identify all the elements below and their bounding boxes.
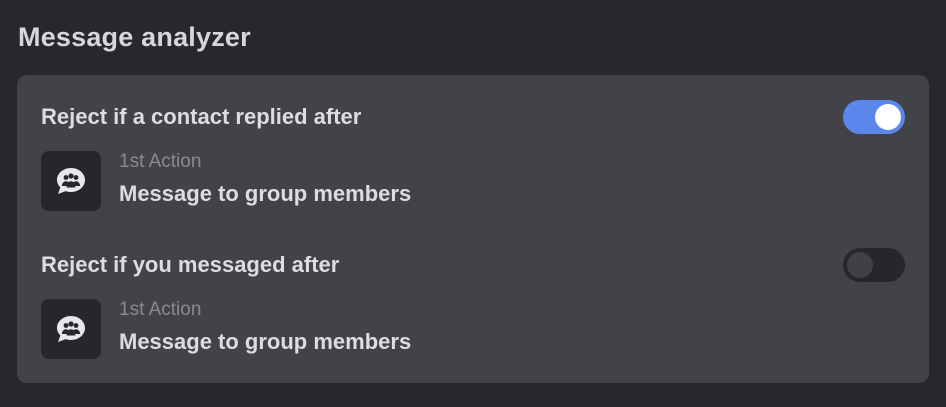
action-item: 1st Action Message to group members	[41, 151, 905, 211]
rule-header: Reject if a contact replied after	[41, 99, 905, 134]
action-step-label: 1st Action	[119, 151, 202, 172]
action-item: 1st Action Message to group members	[41, 299, 905, 359]
action-description: Message to group members	[119, 181, 412, 206]
group-chat-icon	[41, 151, 101, 211]
action-description: Message to group members	[119, 329, 412, 354]
message-analyzer-page: Message analyzer Reject if a contact rep…	[0, 0, 946, 407]
rule-contact-replied: Reject if a contact replied after 1st Ac…	[41, 99, 905, 211]
rule-you-messaged: Reject if you messaged after 1st Action …	[41, 247, 905, 359]
rule-header: Reject if you messaged after	[41, 247, 905, 282]
toggle-knob	[875, 104, 901, 130]
group-chat-icon	[41, 299, 101, 359]
message-analyzer-card: Reject if a contact replied after 1st Ac…	[17, 75, 929, 383]
rule-title: Reject if a contact replied after	[41, 104, 362, 129]
reject-contact-replied-toggle[interactable]	[843, 100, 905, 134]
reject-you-messaged-toggle[interactable]	[843, 248, 905, 282]
action-step-label: 1st Action	[119, 299, 202, 320]
toggle-knob	[847, 252, 873, 278]
section-title: Message analyzer	[18, 22, 251, 52]
rule-title: Reject if you messaged after	[41, 252, 340, 277]
